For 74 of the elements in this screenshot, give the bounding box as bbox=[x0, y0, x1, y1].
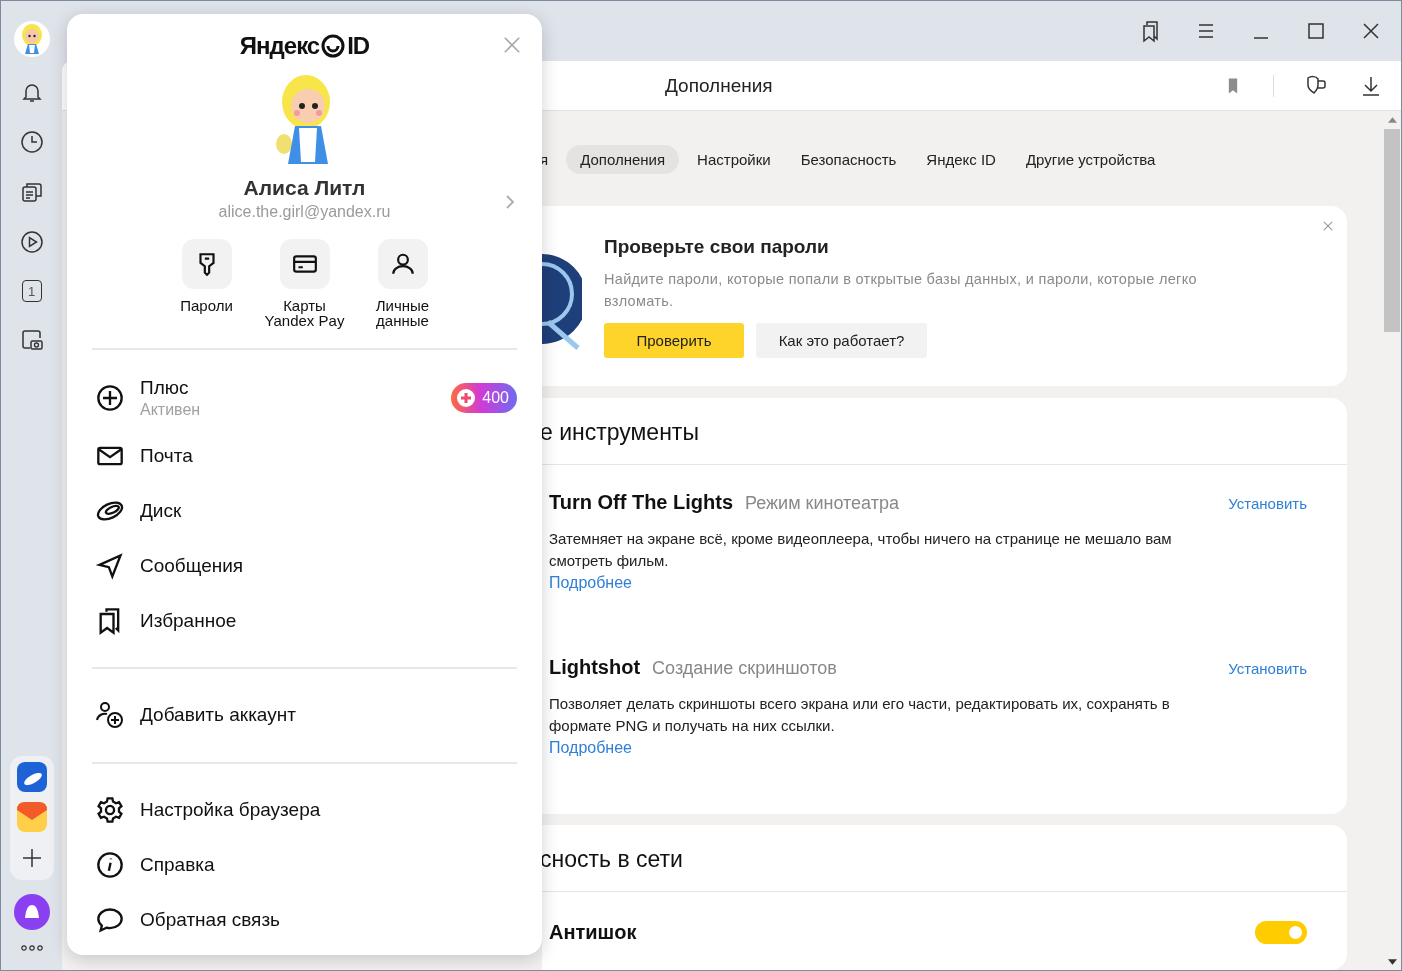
menu-item[interactable]: Настройка браузера bbox=[92, 782, 517, 837]
more-link[interactable]: Подробнее bbox=[549, 739, 632, 757]
extension-subtitle: Режим кинотеатра bbox=[745, 493, 899, 514]
settings-icon bbox=[96, 795, 124, 824]
info-icon bbox=[96, 850, 124, 879]
points-badge: 400 bbox=[451, 383, 517, 413]
screenshot-icon[interactable] bbox=[19, 328, 44, 352]
app-icon[interactable] bbox=[16, 762, 47, 792]
setting-name: Антишок bbox=[549, 921, 637, 944]
user-email: alice.the.girl@yandex.ru bbox=[218, 203, 391, 221]
menu-label: Настройка браузера bbox=[140, 798, 321, 821]
how-it-works-button[interactable]: Как это работает? bbox=[756, 323, 927, 358]
scroll-thumb[interactable] bbox=[1384, 129, 1400, 332]
settings-tab[interactable]: Другие устройства bbox=[1013, 145, 1168, 174]
service-label: Почта bbox=[140, 444, 193, 467]
page-title: Дополнения bbox=[665, 74, 773, 97]
extension-description: Затемняет на экране всё, кроме видеоплеера, чтобы ничего на странице не мешало вам смотреть фильм. bbox=[549, 529, 1173, 571]
service-item[interactable]: Почта bbox=[92, 428, 517, 483]
menu-item[interactable]: Обратная связь bbox=[92, 892, 517, 947]
send-icon bbox=[96, 551, 124, 580]
extension-subtitle: Создание скриншотов bbox=[652, 658, 837, 679]
avatar-drawing[interactable] bbox=[13, 21, 50, 57]
settings-tab[interactable]: Безопасность bbox=[788, 145, 909, 174]
service-item[interactable]: Плюс Активен 400 bbox=[92, 368, 517, 428]
scroll-down-icon[interactable] bbox=[1387, 959, 1397, 965]
settings-tab[interactable]: Яндекс ID bbox=[914, 145, 1008, 174]
extension-name: Turn Off The Lights bbox=[549, 491, 734, 514]
menu-label: Обратная связь bbox=[140, 908, 280, 931]
install-link[interactable]: Установить bbox=[1228, 660, 1307, 677]
more-icon[interactable] bbox=[19, 944, 44, 952]
extension-description: Позволяет делать скриншоты всего экрана или его части, редактировать их, сохранять в формате PNG и получать на них ссылки. bbox=[549, 694, 1171, 736]
check-button[interactable]: Проверить bbox=[604, 323, 744, 358]
extension-name: Lightshot bbox=[549, 656, 641, 679]
promo-text: Найдите пароли, которые попали в открытые базы данных, и пароли, которые легко взломать. bbox=[604, 270, 1198, 311]
clock-icon[interactable] bbox=[19, 130, 44, 154]
install-link[interactable]: Установить bbox=[1228, 495, 1307, 512]
tab-counter[interactable]: 1 bbox=[21, 280, 42, 302]
add-user-icon bbox=[96, 700, 124, 729]
tabs-icon[interactable] bbox=[19, 180, 44, 204]
play-icon[interactable] bbox=[19, 230, 44, 254]
person-icon bbox=[389, 251, 416, 277]
menu-item[interactable]: Справка bbox=[92, 837, 517, 892]
shortcut-tile[interactable] bbox=[377, 239, 428, 289]
service-item[interactable]: Избранное bbox=[92, 593, 517, 648]
voice-assistant-icon[interactable] bbox=[13, 894, 50, 930]
menu-label: Справка bbox=[140, 853, 215, 876]
service-label: Избранное bbox=[140, 609, 237, 632]
service-item[interactable]: Диск bbox=[92, 483, 517, 538]
settings-tab[interactable]: Настройки bbox=[685, 145, 783, 174]
shortcut-label[interactable]: Пароли bbox=[161, 298, 252, 313]
menu-label: Добавить аккаунт bbox=[140, 703, 296, 726]
shortcut-tile[interactable] bbox=[279, 239, 330, 289]
scroll-up-icon[interactable] bbox=[1387, 117, 1397, 123]
more-link[interactable]: Подробнее bbox=[549, 574, 632, 592]
service-name: Плюс bbox=[140, 377, 190, 399]
logo-text: Яндекс bbox=[239, 32, 320, 60]
mail-app-icon[interactable] bbox=[16, 802, 47, 832]
plus-circle-icon bbox=[96, 384, 124, 412]
shortcut-label[interactable]: Карты Yandex Pay bbox=[259, 298, 350, 328]
chat-bubble-icon bbox=[96, 905, 124, 934]
settings-tab[interactable]: Дополнения bbox=[566, 145, 680, 174]
service-status: Активен bbox=[140, 401, 201, 419]
logo-text: ID bbox=[347, 32, 370, 60]
service-label: Диск bbox=[140, 499, 182, 522]
service-item[interactable]: Сообщения bbox=[92, 538, 517, 593]
shortcut-label[interactable]: Личные данные bbox=[357, 298, 448, 328]
smile-icon bbox=[321, 34, 346, 58]
shortcut-tile[interactable] bbox=[181, 239, 232, 289]
user-name: Алиса Литл bbox=[243, 176, 366, 200]
plus-points-icon bbox=[456, 388, 477, 408]
promo-title: Проверьте свои пароли bbox=[604, 236, 830, 258]
service-label: Сообщения bbox=[140, 554, 244, 577]
add-account-item[interactable]: Добавить аккаунт bbox=[92, 687, 517, 742]
toggle-switch[interactable] bbox=[1255, 921, 1307, 944]
